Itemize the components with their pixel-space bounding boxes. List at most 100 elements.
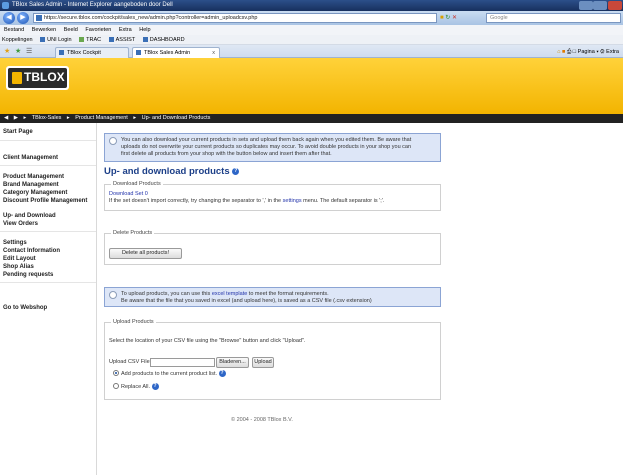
home-icon[interactable]: ⌂ [557, 49, 560, 55]
csv-file-input[interactable] [150, 358, 215, 367]
help-icon[interactable]: ? [151, 383, 159, 390]
site-favicon-icon [36, 15, 42, 21]
sidebar-item-client-management[interactable]: Client Management [3, 155, 93, 162]
breadcrumb-tblox-sales[interactable]: TBlox-Sales [32, 115, 62, 121]
sidebar-item-category-management[interactable]: Category Management [3, 190, 93, 197]
sidebar-item-brand-management[interactable]: Brand Management [3, 182, 93, 189]
sidebar-item-start-page[interactable]: Start Page [3, 129, 93, 136]
breadcrumb-sep-icon: ▸ [23, 115, 27, 121]
page-menu[interactable]: □ Pagina ▾ [573, 49, 599, 55]
tblox-logo[interactable]: TBLOX [6, 66, 69, 90]
upload-button[interactable]: Upload [252, 357, 274, 368]
favorites-star-icon[interactable]: ★ [4, 47, 10, 56]
tab-tblox-sales-admin[interactable]: TBlox Sales Admin x [132, 47, 220, 58]
separator-note: If the set doesn't import correctly, try… [109, 198, 384, 205]
footer-copyright: © 2004 - 2008 TBlox B.V. [231, 417, 293, 423]
add-products-option: Add products to the current product list… [121, 370, 226, 378]
close-tab-icon[interactable]: x [212, 48, 215, 58]
stop-icon[interactable]: ✕ [452, 15, 457, 21]
sidebar-divider [0, 140, 96, 141]
maximize-button[interactable] [593, 1, 607, 10]
search-input[interactable]: Google [486, 13, 621, 23]
download-set-link[interactable]: Download Set 0 [109, 191, 148, 198]
command-bar: ⌂ ■ ⎙ □ Pagina ▾ ⚙ Extra [557, 47, 619, 57]
tab-label: TBlox Cockpit [67, 50, 101, 56]
lock-icon[interactable]: ■ [440, 15, 444, 21]
back-button[interactable]: ◀ [3, 12, 15, 24]
url-field[interactable]: https://secure.tblox.com/cockpit/sales_n… [33, 13, 437, 23]
close-window-button[interactable] [608, 1, 622, 10]
feeds-icon[interactable]: ■ [562, 49, 565, 55]
link-uni-login-label: UNI Login [47, 37, 72, 43]
upload-legend: Upload Products [111, 319, 156, 326]
address-bar: ◀ ▶ https://secure.tblox.com/cockpit/sal… [0, 11, 623, 25]
sidebar-item-view-orders[interactable]: View Orders [3, 221, 93, 228]
menu-bewerken[interactable]: Bewerken [32, 27, 56, 33]
help-icon[interactable]: ? [218, 370, 226, 377]
tools-menu[interactable]: ⚙ Extra [600, 49, 619, 55]
menu-beeld[interactable]: Beeld [64, 27, 78, 33]
window-titlebar: TBlox Sales Admin - Internet Explorer aa… [0, 0, 623, 11]
browse-button[interactable]: Bladeren... [216, 357, 249, 368]
tab-tblox-cockpit[interactable]: TBlox Cockpit [55, 47, 129, 58]
link-assist[interactable]: ASSIST [108, 37, 136, 43]
info-box-download: You can also download your current produ… [104, 133, 441, 162]
replace-all-option: Replace All. ? [121, 383, 159, 391]
separator-note-text: If the set doesn't import correctly, try… [109, 198, 283, 204]
sidebar-item-contact-information[interactable]: Contact Information [3, 248, 93, 255]
add-favorite-icon[interactable]: ★ [15, 47, 21, 56]
tab-list-icon[interactable]: ☰ [26, 47, 32, 56]
info-line: To upload products, you can use this exc… [121, 291, 436, 298]
links-label: Koppelingen [2, 37, 33, 43]
delete-legend: Delete Products [111, 230, 155, 237]
download-legend: Download Products [111, 181, 163, 188]
minimize-button[interactable] [579, 1, 593, 10]
print-icon[interactable]: ⎙ [567, 49, 571, 55]
sidebar-divider [0, 231, 96, 232]
sidebar-item-edit-layout[interactable]: Edit Layout [3, 256, 93, 263]
menu-help[interactable]: Help [139, 27, 150, 33]
sidebar-item-up-download[interactable]: Up- and Download [3, 213, 93, 220]
address-actions: ■ ↻ ✕ [440, 13, 457, 23]
window-title: TBlox Sales Admin - Internet Explorer aa… [12, 2, 173, 8]
menu-favorieten[interactable]: Favorieten [85, 27, 111, 33]
excel-template-link[interactable]: excel template [212, 291, 247, 297]
link-icon [79, 37, 85, 43]
lightbulb-icon [109, 137, 117, 145]
sidebar-item-product-management[interactable]: Product Management [3, 174, 93, 181]
info-line: You can also download your current produ… [121, 137, 412, 143]
link-trac-label: TRAC [86, 37, 102, 43]
links-bar: Koppelingen UNI Login TRAC ASSIST DASHBO… [0, 35, 623, 45]
page-menu-label: Pagina [577, 49, 595, 55]
forward-button[interactable]: ▶ [17, 12, 29, 24]
link-dashboard[interactable]: DASHBOARD [142, 37, 185, 43]
link-dashboard-label: DASHBOARD [149, 37, 185, 43]
add-products-label: Add products to the current product list… [121, 370, 217, 377]
settings-link[interactable]: settings [283, 198, 302, 204]
sidebar-item-settings[interactable]: Settings [3, 240, 93, 247]
breadcrumb-forward-icon[interactable]: ▶ [14, 115, 18, 121]
menu-bestand[interactable]: Bestand [4, 27, 24, 33]
logo-text: TBLOX [24, 70, 65, 84]
sidebar-item-discount-profile[interactable]: Discount Profile Management [3, 198, 93, 205]
tab-favicon-icon [59, 50, 64, 55]
link-icon [108, 37, 114, 43]
link-uni-login[interactable]: UNI Login [40, 37, 72, 43]
breadcrumb-product-management[interactable]: Product Management [75, 115, 128, 121]
menu-extra[interactable]: Extra [119, 27, 132, 33]
site-header: TBLOX [0, 58, 623, 114]
link-trac[interactable]: TRAC [79, 37, 101, 43]
refresh-icon[interactable]: ↻ [445, 15, 450, 21]
replace-all-radio[interactable] [113, 383, 119, 389]
link-assist-label: ASSIST [115, 37, 136, 43]
sidebar-item-go-to-webshop[interactable]: Go to Webshop [3, 305, 93, 312]
sidebar-item-shop-alias[interactable]: Shop Alias [3, 264, 93, 271]
info-line: Be aware that the file that you saved in… [121, 298, 372, 304]
upload-info-text: To upload products, you can use this [121, 291, 212, 297]
sidebar-item-pending-requests[interactable]: Pending requests [3, 272, 93, 279]
add-products-radio[interactable] [113, 370, 119, 376]
help-icon[interactable]: ? [232, 167, 240, 175]
delete-all-products-button[interactable]: Delete all products! [109, 248, 182, 259]
breadcrumb-back-icon[interactable]: ◀ [4, 115, 8, 121]
breadcrumb-sep-icon: ▸ [66, 115, 70, 121]
